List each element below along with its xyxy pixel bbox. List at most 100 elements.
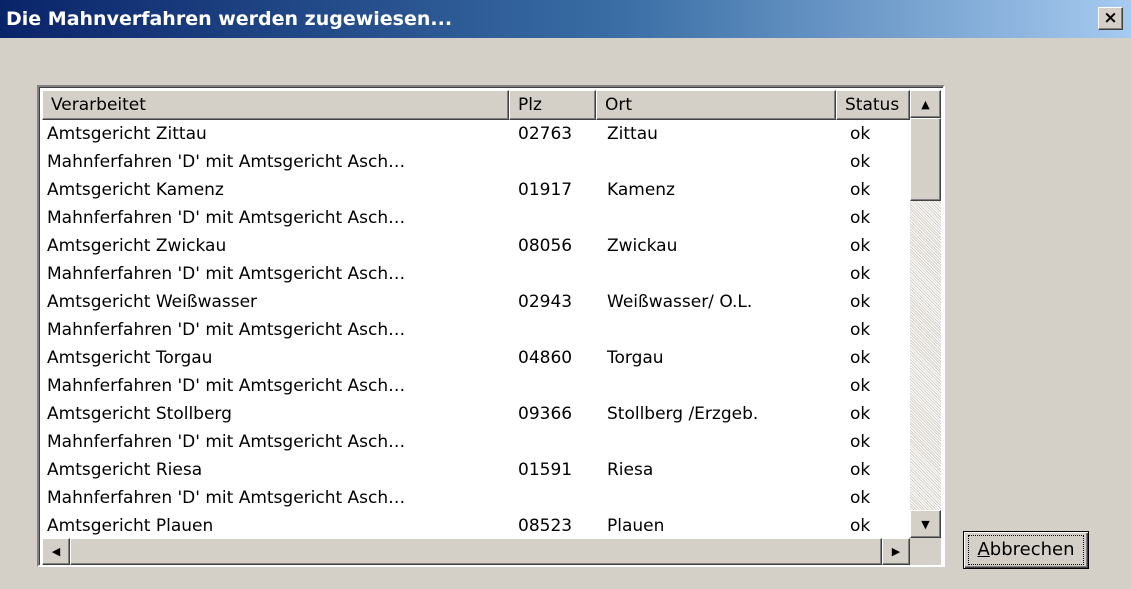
horizontal-scrollbar[interactable]: ◀ ▶ (42, 538, 910, 565)
cell-plz: 08056 (518, 236, 573, 256)
cell-ort: Weißwasser/ O.L. (607, 292, 753, 312)
cell-plz (509, 372, 596, 400)
list-rows: Amtsgericht Zittau 02763 Zittau ok Mahnferfa… (42, 120, 910, 538)
table-row[interactable]: Amtsgericht Torgau 04860 Torgau ok (42, 344, 910, 372)
arrow-left-icon: ◀ (51, 545, 61, 558)
cell-ort: Stollberg /Erzgeb. (607, 404, 759, 424)
arrow-right-icon: ▶ (891, 545, 901, 558)
vertical-scroll-thumb[interactable] (910, 118, 941, 201)
cell-status: ok (850, 376, 871, 396)
cell-ort: Kamenz (607, 180, 675, 200)
cell-plz (509, 316, 596, 344)
cell-status: ok (850, 208, 871, 228)
table-row[interactable]: Amtsgericht Plauen 08523 Plauen ok (42, 512, 910, 538)
table-row[interactable]: Amtsgericht Kamenz 01917 Kamenz ok (42, 176, 910, 204)
cell-status: ok (850, 292, 871, 312)
cell-status: ok (850, 180, 871, 200)
cell-ort: Plauen (607, 516, 665, 536)
table-row[interactable]: Mahnferfahren 'D' mit Amtsgericht Asch… o… (42, 260, 910, 288)
cell-status: ok (850, 404, 871, 424)
table-row[interactable]: Amtsgericht Zittau 02763 Zittau ok (42, 120, 910, 148)
window-title: Die Mahnverfahren werden zugewiesen... (6, 8, 453, 30)
cell-plz: 09366 (518, 404, 573, 424)
cell-verarbeitet: Amtsgericht Weißwasser (47, 292, 258, 312)
cell-status: ok (850, 320, 871, 340)
cell-ort: Zwickau (607, 236, 678, 256)
cell-status: ok (850, 348, 871, 368)
cell-verarbeitet: Amtsgericht Plauen (47, 516, 214, 536)
cell-plz (509, 260, 596, 288)
cell-status: ok (850, 152, 871, 172)
scroll-left-button[interactable]: ◀ (42, 538, 70, 565)
cell-status: ok (850, 488, 871, 508)
cell-ort: Zittau (607, 124, 658, 144)
title-bar: Die Mahnverfahren werden zugewiesen... × (0, 0, 1131, 38)
cell-verarbeitet: Mahnferfahren 'D' mit Amtsgericht Asch… (47, 376, 406, 396)
table-row[interactable]: Amtsgericht Weißwasser 02943 Weißwasser/ O… (42, 288, 910, 316)
cell-verarbeitet: Mahnferfahren 'D' mit Amtsgericht Asch… (47, 488, 406, 508)
arrow-down-icon: ▼ (921, 517, 930, 531)
column-header-ort[interactable]: Ort (596, 90, 836, 120)
cell-ort (596, 316, 836, 344)
vertical-scrollbar[interactable]: ▲ ▼ (910, 90, 941, 538)
cell-plz: 02943 (518, 292, 573, 312)
column-header-status[interactable]: Status (836, 90, 910, 120)
table-row[interactable]: Amtsgericht Stollberg 09366 Stollberg /Erz… (42, 400, 910, 428)
cell-verarbeitet: Mahnferfahren 'D' mit Amtsgericht Asch… (47, 264, 406, 284)
close-button[interactable]: × (1098, 7, 1123, 30)
cell-plz: 08523 (518, 516, 573, 536)
cell-status: ok (850, 264, 871, 284)
table-row[interactable]: Mahnferfahren 'D' mit Amtsgericht Asch… o… (42, 204, 910, 232)
close-icon: × (1103, 8, 1118, 28)
scroll-up-button[interactable]: ▲ (910, 90, 941, 118)
cell-plz: 02763 (518, 124, 573, 144)
cell-ort (596, 484, 836, 512)
list-header: Verarbeitet Plz Ort Status (42, 90, 910, 120)
table-row[interactable]: Mahnferfahren 'D' mit Amtsgericht Asch… o… (42, 372, 910, 400)
table-row[interactable]: Amtsgericht Riesa 01591 Riesa ok (42, 456, 910, 484)
cell-ort (596, 428, 836, 456)
table-row[interactable]: Mahnferfahren 'D' mit Amtsgericht Asch… o… (42, 428, 910, 456)
table-row[interactable]: Mahnferfahren 'D' mit Amtsgericht Asch… o… (42, 316, 910, 344)
scroll-right-button[interactable]: ▶ (882, 538, 910, 565)
arrow-up-icon: ▲ (921, 97, 930, 111)
cell-status: ok (850, 124, 871, 144)
cell-status: ok (850, 516, 871, 536)
cell-status: ok (850, 460, 871, 480)
table-row[interactable]: Mahnferfahren 'D' mit Amtsgericht Asch… o… (42, 484, 910, 512)
cell-ort: Riesa (607, 460, 654, 480)
cell-verarbeitet: Amtsgericht Torgau (47, 348, 213, 368)
cell-ort (596, 148, 836, 176)
cell-status: ok (850, 432, 871, 452)
cell-verarbeitet: Mahnferfahren 'D' mit Amtsgericht Asch… (47, 432, 406, 452)
cell-ort (596, 372, 836, 400)
cell-verarbeitet: Amtsgericht Zwickau (47, 236, 227, 256)
table-row[interactable]: Mahnferfahren 'D' mit Amtsgericht Asch… o… (42, 148, 910, 176)
cell-plz (509, 484, 596, 512)
cell-plz: 04860 (518, 348, 573, 368)
cell-verarbeitet: Mahnferfahren 'D' mit Amtsgericht Asch… (47, 320, 406, 340)
horizontal-scroll-thumb[interactable] (70, 538, 882, 565)
cell-verarbeitet: Amtsgericht Riesa (47, 460, 203, 480)
cell-verarbeitet: Amtsgericht Zittau (47, 124, 207, 144)
cell-plz (509, 204, 596, 232)
cell-ort: Torgau (607, 348, 664, 368)
abort-button[interactable]: Abbrechen (963, 531, 1089, 569)
cell-ort (596, 204, 836, 232)
scroll-down-button[interactable]: ▼ (910, 510, 941, 538)
scrollbar-corner (910, 538, 941, 565)
cell-plz: 01591 (518, 460, 573, 480)
cell-verarbeitet: Amtsgericht Kamenz (47, 180, 224, 200)
cell-status: ok (850, 236, 871, 256)
cell-ort (596, 260, 836, 288)
column-header-plz[interactable]: Plz (509, 90, 596, 120)
cell-plz (509, 428, 596, 456)
column-header-verarbeitet[interactable]: Verarbeitet (42, 90, 509, 120)
abort-button-label: Abbrechen (968, 535, 1084, 565)
cell-verarbeitet: Mahnferfahren 'D' mit Amtsgericht Asch… (47, 152, 406, 172)
cell-plz (509, 148, 596, 176)
cell-plz: 01917 (518, 180, 573, 200)
results-list[interactable]: Verarbeitet Plz Ort Status Amtsgericht Z… (37, 85, 945, 567)
table-row[interactable]: Amtsgericht Zwickau 08056 Zwickau ok (42, 232, 910, 260)
cell-verarbeitet: Mahnferfahren 'D' mit Amtsgericht Asch… (47, 208, 406, 228)
